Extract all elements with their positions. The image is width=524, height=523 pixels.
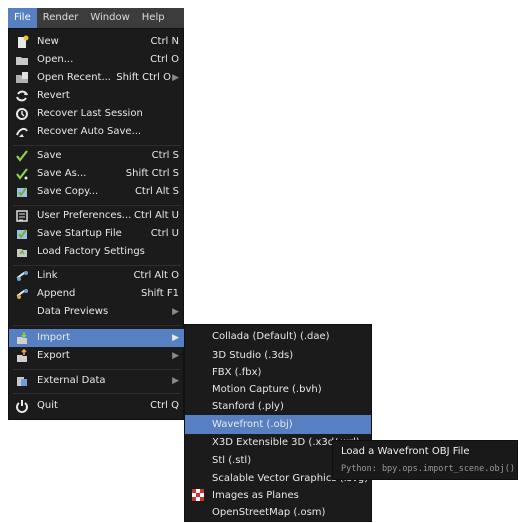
revert-icon — [15, 89, 29, 103]
shortcut: Ctrl S — [151, 150, 179, 161]
menu-render[interactable]: Render — [37, 8, 85, 28]
menu-item-label: User Preferences... — [37, 210, 132, 221]
preferences-icon — [15, 209, 29, 223]
menu-item-label: New — [37, 36, 59, 47]
menu-item-user-preferences[interactable]: User Preferences... Ctrl Alt U — [9, 207, 185, 225]
shortcut: Ctrl Alt U — [133, 210, 179, 221]
separator — [13, 205, 181, 206]
shortcut: Ctrl O — [150, 54, 179, 65]
link-icon — [15, 269, 29, 283]
menu-item-import[interactable]: Import ▶ — [9, 329, 185, 347]
import-obj[interactable]: Wavefront (.obj) — [185, 415, 371, 434]
tooltip-python: Python: bpy.ops.import_scene.obj() — [341, 464, 515, 474]
new-file-icon — [15, 35, 29, 49]
chevron-right-icon: ▶ — [172, 333, 179, 343]
power-icon — [15, 399, 29, 413]
shortcut: Shift Ctrl O — [116, 72, 171, 83]
menu-item-label: Open Recent... — [37, 72, 111, 83]
chevron-right-icon: ▶ — [172, 307, 179, 317]
menu-item-label: Load Factory Settings — [37, 246, 145, 257]
submenu-item-label: OpenStreetMap (.osm) — [212, 507, 326, 518]
menubar: File Render Window Help — [8, 8, 184, 28]
menu-item-save-startup-file[interactable]: Save Startup File Ctrl U — [9, 225, 185, 243]
import-osm[interactable]: OpenStreetMap (.osm) — [185, 503, 371, 522]
menu-item-load-factory-settings[interactable]: Load Factory Settings — [9, 243, 185, 261]
shortcut: Ctrl Alt O — [133, 270, 179, 281]
tooltip: Load a Wavefront OBJ File Python: bpy.op… — [332, 440, 518, 480]
menu-item-label: Recover Auto Save... — [37, 126, 142, 137]
shortcut: Ctrl Q — [150, 400, 179, 411]
menu-item-label: Save Startup File — [37, 228, 122, 239]
menu-item-external-data[interactable]: External Data ▶ — [9, 372, 185, 390]
menu-item-recover-last-session[interactable]: Recover Last Session — [9, 105, 185, 123]
file-menu: New Ctrl N Open... Ctrl O Open Recent...… — [8, 28, 185, 420]
menu-item-label: Revert — [37, 90, 70, 101]
folder-icon — [15, 53, 29, 67]
menu-item-label: Quit — [37, 400, 58, 411]
tooltip-title: Load a Wavefront OBJ File — [341, 446, 470, 457]
submenu-item-label: Wavefront (.obj) — [212, 419, 293, 430]
export-icon — [15, 349, 29, 363]
menu-item-label: Export — [37, 350, 70, 361]
menu-item-open-recent[interactable]: Open Recent... Shift Ctrl O ▶ — [9, 69, 185, 87]
append-icon — [15, 287, 29, 301]
import-collada[interactable]: Collada (Default) (.dae) — [185, 327, 371, 346]
import-submenu: Collada (Default) (.dae) 3D Studio (.3ds… — [184, 324, 372, 522]
recover-auto-icon — [15, 125, 29, 139]
checkmark-icon — [15, 149, 29, 163]
menu-item-label: Save As... — [37, 168, 87, 179]
separator — [13, 325, 181, 326]
menu-item-label: Save — [37, 150, 62, 161]
chevron-right-icon: ▶ — [172, 73, 179, 83]
menu-help[interactable]: Help — [136, 8, 171, 28]
menu-item-revert[interactable]: Revert — [9, 87, 185, 105]
shortcut: Ctrl U — [150, 228, 179, 239]
import-ply[interactable]: Stanford (.ply) — [185, 397, 371, 416]
image-icon — [192, 489, 204, 501]
checkmark-icon — [15, 167, 29, 181]
menu-item-label: Import — [37, 332, 71, 343]
menu-item-save[interactable]: Save Ctrl S — [9, 147, 185, 165]
menu-item-label: Open... — [37, 54, 74, 65]
menu-item-label: Link — [37, 270, 58, 281]
separator — [13, 393, 181, 394]
chevron-right-icon: ▶ — [172, 351, 179, 361]
load-factory-icon — [15, 245, 29, 259]
menu-item-new[interactable]: New Ctrl N — [9, 33, 185, 51]
menu-item-label: Recover Last Session — [37, 108, 143, 119]
menu-item-quit[interactable]: Quit Ctrl Q — [9, 397, 185, 415]
open-recent-icon — [15, 71, 29, 85]
menu-item-save-as[interactable]: Save As... Shift Ctrl S — [9, 165, 185, 183]
menu-file[interactable]: File — [8, 8, 37, 28]
submenu-item-label: Stanford (.ply) — [212, 401, 284, 412]
separator — [13, 265, 181, 266]
menu-window[interactable]: Window — [84, 8, 135, 28]
submenu-item-label: Stl (.stl) — [212, 455, 252, 466]
shortcut: Shift Ctrl S — [125, 168, 179, 179]
shortcut: Ctrl Alt S — [134, 186, 179, 197]
save-startup-icon — [15, 227, 29, 241]
menu-item-link[interactable]: Link Ctrl Alt O — [9, 267, 185, 285]
menu-item-append[interactable]: Append Shift F1 — [9, 285, 185, 303]
menu-item-label: Data Previews — [37, 306, 109, 317]
save-copy-icon — [15, 185, 29, 199]
separator — [13, 145, 181, 146]
import-icon — [15, 331, 29, 345]
menu-item-save-copy[interactable]: Save Copy... Ctrl Alt S — [9, 183, 185, 201]
menu-item-data-previews[interactable]: Data Previews ▶ — [9, 303, 185, 321]
recover-icon — [15, 107, 29, 121]
menu-item-label: Save Copy... — [37, 186, 99, 197]
external-data-icon — [15, 374, 29, 388]
shortcut: Ctrl N — [150, 36, 179, 47]
separator — [13, 369, 181, 370]
submenu-item-label: Collada (Default) (.dae) — [212, 331, 330, 342]
chevron-right-icon: ▶ — [172, 376, 179, 386]
shortcut: Shift F1 — [140, 288, 179, 299]
menu-item-recover-auto-save[interactable]: Recover Auto Save... — [9, 123, 185, 141]
menu-item-export[interactable]: Export ▶ — [9, 347, 185, 365]
menu-item-label: External Data — [37, 375, 106, 386]
menu-item-label: Append — [37, 288, 76, 299]
menu-item-open[interactable]: Open... Ctrl O — [9, 51, 185, 69]
